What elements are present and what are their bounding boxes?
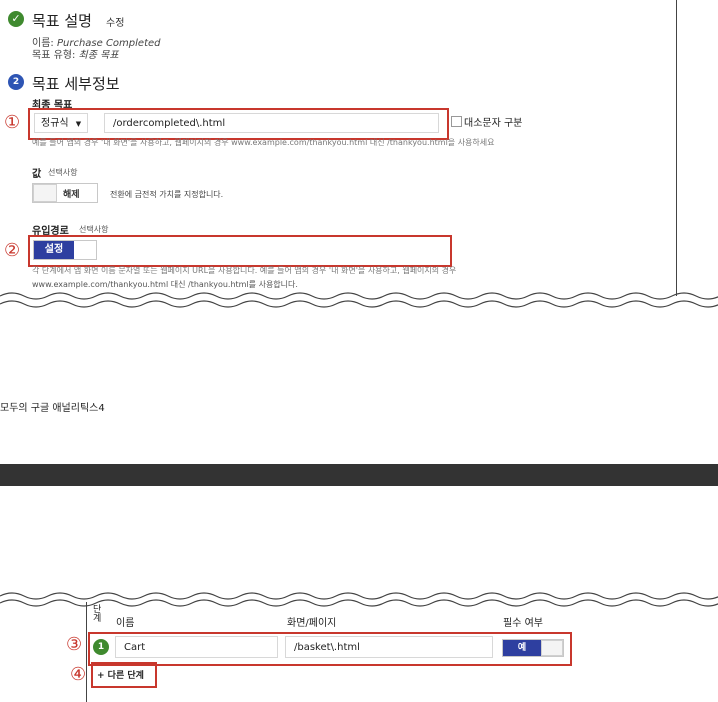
funnel-description-line1: 각 단계에서 앱 화면 이름 문자열 또는 웹페이지 URL을 사용합니다. 예… [32, 266, 457, 275]
required-toggle-on: 예 [503, 640, 541, 656]
required-toggle-knob [541, 640, 563, 656]
goal-type-label: 목표 유형: [32, 50, 76, 61]
match-type-value: 정규식 [41, 118, 69, 129]
bottom-panel-border-left [86, 602, 87, 702]
required-toggle[interactable]: 예 [502, 639, 564, 657]
section-title-goal-description: 목표 설명 [32, 12, 92, 30]
goal-type-value: 최종 목표 [78, 50, 119, 61]
wavy-cut-line-top [0, 292, 718, 308]
step-name-value: Cart [124, 642, 146, 653]
value-optional: 선택사항 [48, 168, 78, 177]
match-type-dropdown[interactable]: 정규식 ▼ [34, 113, 88, 133]
col-header-screen: 화면/페이지 [287, 618, 337, 629]
value-label: 값 [32, 169, 42, 180]
edit-link[interactable]: 수정 [106, 14, 124, 29]
col-header-required: 필수 여부 [503, 618, 543, 629]
value-toggle-knob [33, 184, 57, 202]
case-sensitive-checkbox[interactable] [451, 116, 462, 127]
page-divider-band [0, 464, 718, 486]
funnel-toggle-on: 설정 [34, 241, 74, 259]
add-step-button[interactable]: + 다른 단계 [97, 668, 144, 681]
value-toggle-label: 해제 [63, 190, 80, 200]
book-footer-text: 모두의 구글 애널리틱스4 [0, 403, 105, 414]
wavy-cut-line-bottom [0, 592, 718, 607]
value-toggle[interactable]: 해제 [32, 183, 98, 203]
chevron-down-icon: ▼ [75, 120, 82, 128]
panel-border-right [676, 0, 677, 296]
destination-hint: 예를 들어 앱의 경우 '내 화면'을 사용하고, 웹페이지의 경우 www.e… [32, 138, 495, 147]
destination-url-input[interactable]: /ordercompleted\.html [104, 113, 439, 133]
completed-check-icon: ✓ [8, 11, 24, 27]
annotation-2: ② [4, 240, 21, 261]
funnel-toggle[interactable]: 설정 [33, 240, 97, 260]
step-name-input[interactable]: Cart [115, 636, 278, 658]
annotation-3: ③ [66, 634, 83, 655]
annotation-1: ① [4, 112, 21, 133]
goal-type-row: 목표 유형: 최종 목표 [32, 46, 119, 61]
col-header-step: 단계 [93, 605, 102, 624]
funnel-optional: 선택사항 [79, 225, 109, 234]
section-title-goal-details: 목표 세부정보 [32, 75, 120, 93]
step-screen-value: /basket\.html [294, 642, 360, 653]
step-number-badge: 2 [8, 74, 24, 90]
col-header-name: 이름 [116, 618, 135, 629]
funnel-step-badge: 1 [93, 639, 109, 655]
destination-url-value: /ordercompleted\.html [113, 118, 226, 129]
value-description: 전환에 금전적 가치를 지정합니다. [110, 190, 224, 199]
annotation-4: ④ [70, 664, 87, 685]
step-screen-input[interactable]: /basket\.html [285, 636, 493, 658]
case-sensitive-label: 대소문자 구분 [464, 118, 523, 129]
